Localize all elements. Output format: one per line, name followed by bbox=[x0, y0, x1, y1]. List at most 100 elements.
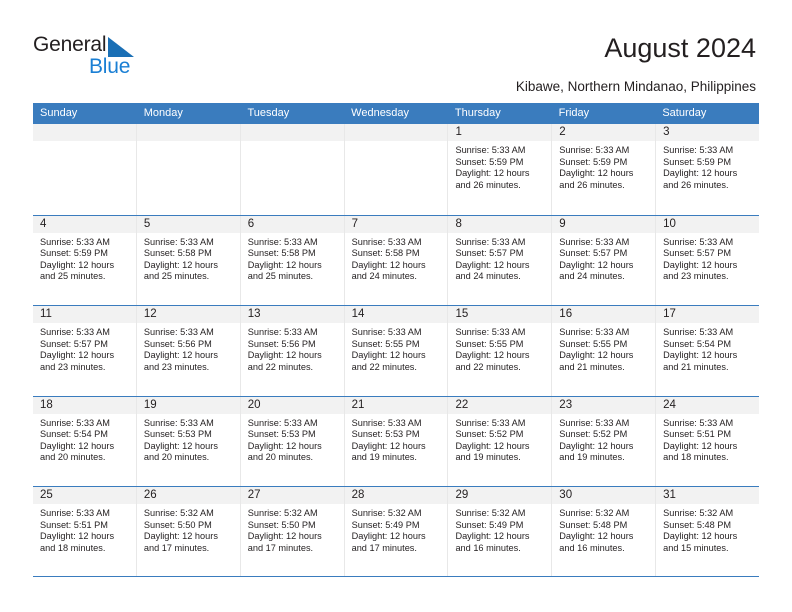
day-sun-info: Sunrise: 5:33 AM Sunset: 5:57 PM Daylight:… bbox=[656, 233, 759, 283]
calendar-day-cell[interactable]: 18 Sunrise: 5:33 AM Sunset: 5:54 PM Dayligh… bbox=[33, 396, 136, 486]
sunrise-text: Sunrise: 5:33 AM bbox=[663, 327, 734, 337]
calendar-week-row: 18 Sunrise: 5:33 AM Sunset: 5:54 PM Dayligh… bbox=[33, 395, 760, 486]
daylight-text: Daylight: 12 hours and 17 minutes. bbox=[143, 531, 218, 553]
day-number: 17 bbox=[656, 306, 760, 323]
calendar-day-cell-empty bbox=[343, 124, 448, 215]
daylight-text: Daylight: 12 hours and 22 minutes. bbox=[455, 350, 530, 372]
calendar-day-cell[interactable]: 29 Sunrise: 5:32 AM Sunset: 5:49 PM Dayligh… bbox=[447, 487, 552, 576]
calendar-day-cell[interactable]: 13 Sunrise: 5:33 AM Sunset: 5:56 PM Dayligh… bbox=[239, 306, 344, 396]
day-number: 14 bbox=[344, 306, 448, 323]
sunset-text: Sunset: 5:59 PM bbox=[455, 156, 524, 167]
sunset-text: Sunset: 5:53 PM bbox=[247, 429, 316, 440]
sunset-text: Sunset: 5:54 PM bbox=[663, 338, 732, 349]
day-sun-info: Sunrise: 5:32 AM Sunset: 5:50 PM Daylight:… bbox=[241, 504, 344, 554]
sunset-text: Sunset: 5:52 PM bbox=[455, 429, 524, 440]
sunset-text: Sunset: 5:55 PM bbox=[351, 338, 420, 349]
day-sun-info: Sunrise: 5:33 AM Sunset: 5:52 PM Daylight:… bbox=[552, 414, 655, 464]
day-sun-info: Sunrise: 5:33 AM Sunset: 5:57 PM Daylight:… bbox=[33, 323, 136, 373]
calendar-day-cell[interactable]: 4 Sunrise: 5:33 AM Sunset: 5:59 PM Daylight… bbox=[33, 215, 136, 305]
sunset-text: Sunset: 5:51 PM bbox=[40, 519, 108, 530]
daylight-text: Daylight: 12 hours and 17 minutes. bbox=[247, 531, 322, 553]
day-sun-info: Sunrise: 5:32 AM Sunset: 5:49 PM Daylight:… bbox=[345, 504, 448, 554]
calendar-day-cell[interactable]: 28 Sunrise: 5:32 AM Sunset: 5:49 PM Dayligh… bbox=[343, 487, 448, 576]
day-number bbox=[33, 124, 136, 141]
calendar-day-cell[interactable]: 10 Sunrise: 5:33 AM Sunset: 5:57 PM Dayligh… bbox=[655, 215, 760, 305]
sunset-text: Sunset: 5:59 PM bbox=[559, 156, 628, 167]
day-number: 29 bbox=[448, 487, 552, 504]
day-number: 1 bbox=[448, 124, 552, 141]
sunrise-text: Sunrise: 5:33 AM bbox=[663, 236, 734, 247]
sunset-text: Sunset: 5:56 PM bbox=[247, 338, 316, 349]
daylight-text: Daylight: 12 hours and 19 minutes. bbox=[559, 440, 634, 463]
weekday-header-row: Sunday Monday Tuesday Wednesday Thursday… bbox=[33, 103, 759, 124]
calendar-day-cell[interactable]: 31 Sunrise: 5:32 AM Sunset: 5:48 PM Dayligh… bbox=[655, 487, 760, 576]
sunrise-text: Sunrise: 5:33 AM bbox=[143, 327, 214, 337]
day-sun-info: Sunrise: 5:33 AM Sunset: 5:54 PM Daylight:… bbox=[33, 414, 136, 464]
day-sun-info: Sunrise: 5:33 AM Sunset: 5:58 PM Daylight:… bbox=[345, 233, 448, 283]
day-number: 5 bbox=[136, 215, 240, 233]
calendar-day-cell[interactable]: 24 Sunrise: 5:33 AM Sunset: 5:51 PM Dayligh… bbox=[655, 396, 760, 486]
calendar-week-row: 1 Sunrise: 5:33 AM Sunset: 5:59 PM Daylight… bbox=[33, 124, 760, 215]
day-sun-info: Sunrise: 5:33 AM Sunset: 5:58 PM Daylight:… bbox=[137, 233, 240, 283]
calendar-day-cell-empty bbox=[135, 124, 240, 215]
calendar-grid: Sunday Monday Tuesday Wednesday Thursday… bbox=[33, 103, 760, 577]
sunrise-text: Sunrise: 5:32 AM bbox=[351, 508, 422, 518]
daylight-text: Daylight: 12 hours and 24 minutes. bbox=[351, 259, 426, 282]
daylight-text: Daylight: 12 hours and 18 minutes. bbox=[40, 531, 115, 553]
sunset-text: Sunset: 5:55 PM bbox=[455, 338, 524, 349]
day-sun-info: Sunrise: 5:32 AM Sunset: 5:48 PM Daylight:… bbox=[656, 504, 759, 554]
sunset-text: Sunset: 5:50 PM bbox=[247, 519, 316, 530]
sunset-text: Sunset: 5:58 PM bbox=[143, 248, 212, 259]
day-number: 23 bbox=[552, 396, 656, 414]
calendar-day-cell[interactable]: 30 Sunrise: 5:32 AM Sunset: 5:48 PM Dayligh… bbox=[551, 487, 656, 576]
calendar-day-cell[interactable]: 9 Sunrise: 5:33 AM Sunset: 5:57 PM Daylight… bbox=[551, 215, 656, 305]
day-sun-info: Sunrise: 5:33 AM Sunset: 5:51 PM Daylight:… bbox=[33, 504, 136, 554]
calendar-day-cell[interactable]: 14 Sunrise: 5:33 AM Sunset: 5:55 PM Dayligh… bbox=[343, 306, 448, 396]
calendar-day-cell[interactable]: 7 Sunrise: 5:33 AM Sunset: 5:58 PM Daylight… bbox=[343, 215, 448, 305]
calendar-day-cell[interactable]: 22 Sunrise: 5:33 AM Sunset: 5:52 PM Dayligh… bbox=[447, 396, 552, 486]
calendar-day-cell[interactable]: 20 Sunrise: 5:33 AM Sunset: 5:53 PM Dayligh… bbox=[239, 396, 344, 486]
calendar-day-cell[interactable]: 27 Sunrise: 5:32 AM Sunset: 5:50 PM Dayligh… bbox=[239, 487, 344, 576]
calendar-day-cell[interactable]: 15 Sunrise: 5:33 AM Sunset: 5:55 PM Dayligh… bbox=[447, 306, 552, 396]
day-number: 11 bbox=[33, 306, 136, 323]
sunrise-text: Sunrise: 5:33 AM bbox=[143, 417, 214, 428]
day-number: 8 bbox=[448, 215, 552, 233]
sunrise-text: Sunrise: 5:33 AM bbox=[40, 236, 110, 247]
location-subtitle: Kibawe, Northern Mindanao, Philippines bbox=[515, 79, 756, 94]
calendar-day-cell[interactable]: 17 Sunrise: 5:33 AM Sunset: 5:54 PM Dayligh… bbox=[655, 306, 760, 396]
day-sun-info: Sunrise: 5:32 AM Sunset: 5:49 PM Daylight:… bbox=[448, 504, 551, 554]
calendar-day-cell[interactable]: 1 Sunrise: 5:33 AM Sunset: 5:59 PM Daylight… bbox=[447, 124, 552, 215]
calendar-day-cell[interactable]: 16 Sunrise: 5:33 AM Sunset: 5:55 PM Dayligh… bbox=[551, 306, 656, 396]
day-number: 27 bbox=[240, 487, 344, 504]
calendar-day-cell[interactable]: 2 Sunrise: 5:33 AM Sunset: 5:59 PM Daylight… bbox=[551, 124, 656, 215]
sunset-text: Sunset: 5:55 PM bbox=[559, 338, 628, 349]
daylight-text: Daylight: 12 hours and 21 minutes. bbox=[663, 350, 738, 372]
daylight-text: Daylight: 12 hours and 21 minutes. bbox=[559, 350, 634, 372]
calendar-day-cell[interactable]: 11 Sunrise: 5:33 AM Sunset: 5:57 PM Dayligh… bbox=[33, 306, 136, 396]
sunrise-text: Sunrise: 5:33 AM bbox=[455, 236, 526, 247]
calendar-day-cell[interactable]: 26 Sunrise: 5:32 AM Sunset: 5:50 PM Dayligh… bbox=[135, 487, 240, 576]
sunrise-text: Sunrise: 5:33 AM bbox=[40, 508, 110, 518]
sunrise-text: Sunrise: 5:33 AM bbox=[247, 327, 318, 337]
calendar-day-cell[interactable]: 12 Sunrise: 5:33 AM Sunset: 5:56 PM Dayligh… bbox=[135, 306, 240, 396]
daylight-text: Daylight: 12 hours and 17 minutes. bbox=[351, 531, 426, 553]
calendar-day-cell[interactable]: 19 Sunrise: 5:33 AM Sunset: 5:53 PM Dayligh… bbox=[135, 396, 240, 486]
calendar-day-cell[interactable]: 21 Sunrise: 5:33 AM Sunset: 5:53 PM Dayligh… bbox=[343, 396, 448, 486]
day-number: 24 bbox=[656, 396, 760, 414]
calendar-day-cell[interactable]: 23 Sunrise: 5:33 AM Sunset: 5:52 PM Dayligh… bbox=[551, 396, 656, 486]
day-number: 6 bbox=[240, 215, 344, 233]
day-sun-info: Sunrise: 5:33 AM Sunset: 5:53 PM Daylight:… bbox=[137, 414, 240, 464]
sunset-text: Sunset: 5:57 PM bbox=[559, 248, 628, 259]
calendar-weeks: 1 Sunrise: 5:33 AM Sunset: 5:59 PM Daylight… bbox=[33, 124, 760, 577]
calendar-day-cell[interactable]: 3 Sunrise: 5:33 AM Sunset: 5:59 PM Daylight… bbox=[655, 124, 760, 215]
sunrise-text: Sunrise: 5:33 AM bbox=[455, 417, 526, 428]
daylight-text: Daylight: 12 hours and 24 minutes. bbox=[559, 259, 634, 282]
calendar-day-cell[interactable]: 5 Sunrise: 5:33 AM Sunset: 5:58 PM Daylight… bbox=[135, 215, 240, 305]
day-sun-info: Sunrise: 5:33 AM Sunset: 5:58 PM Daylight:… bbox=[241, 233, 344, 283]
calendar-day-cell[interactable]: 25 Sunrise: 5:33 AM Sunset: 5:51 PM Dayligh… bbox=[33, 487, 136, 576]
brand-logo[interactable]: General Blue bbox=[33, 33, 213, 83]
calendar-day-cell[interactable]: 6 Sunrise: 5:33 AM Sunset: 5:58 PM Daylight… bbox=[239, 215, 344, 305]
daylight-text: Daylight: 12 hours and 23 minutes. bbox=[143, 350, 218, 372]
brand-name-secondary: Blue bbox=[89, 55, 131, 78]
calendar-day-cell[interactable]: 8 Sunrise: 5:33 AM Sunset: 5:57 PM Daylight… bbox=[447, 215, 552, 305]
